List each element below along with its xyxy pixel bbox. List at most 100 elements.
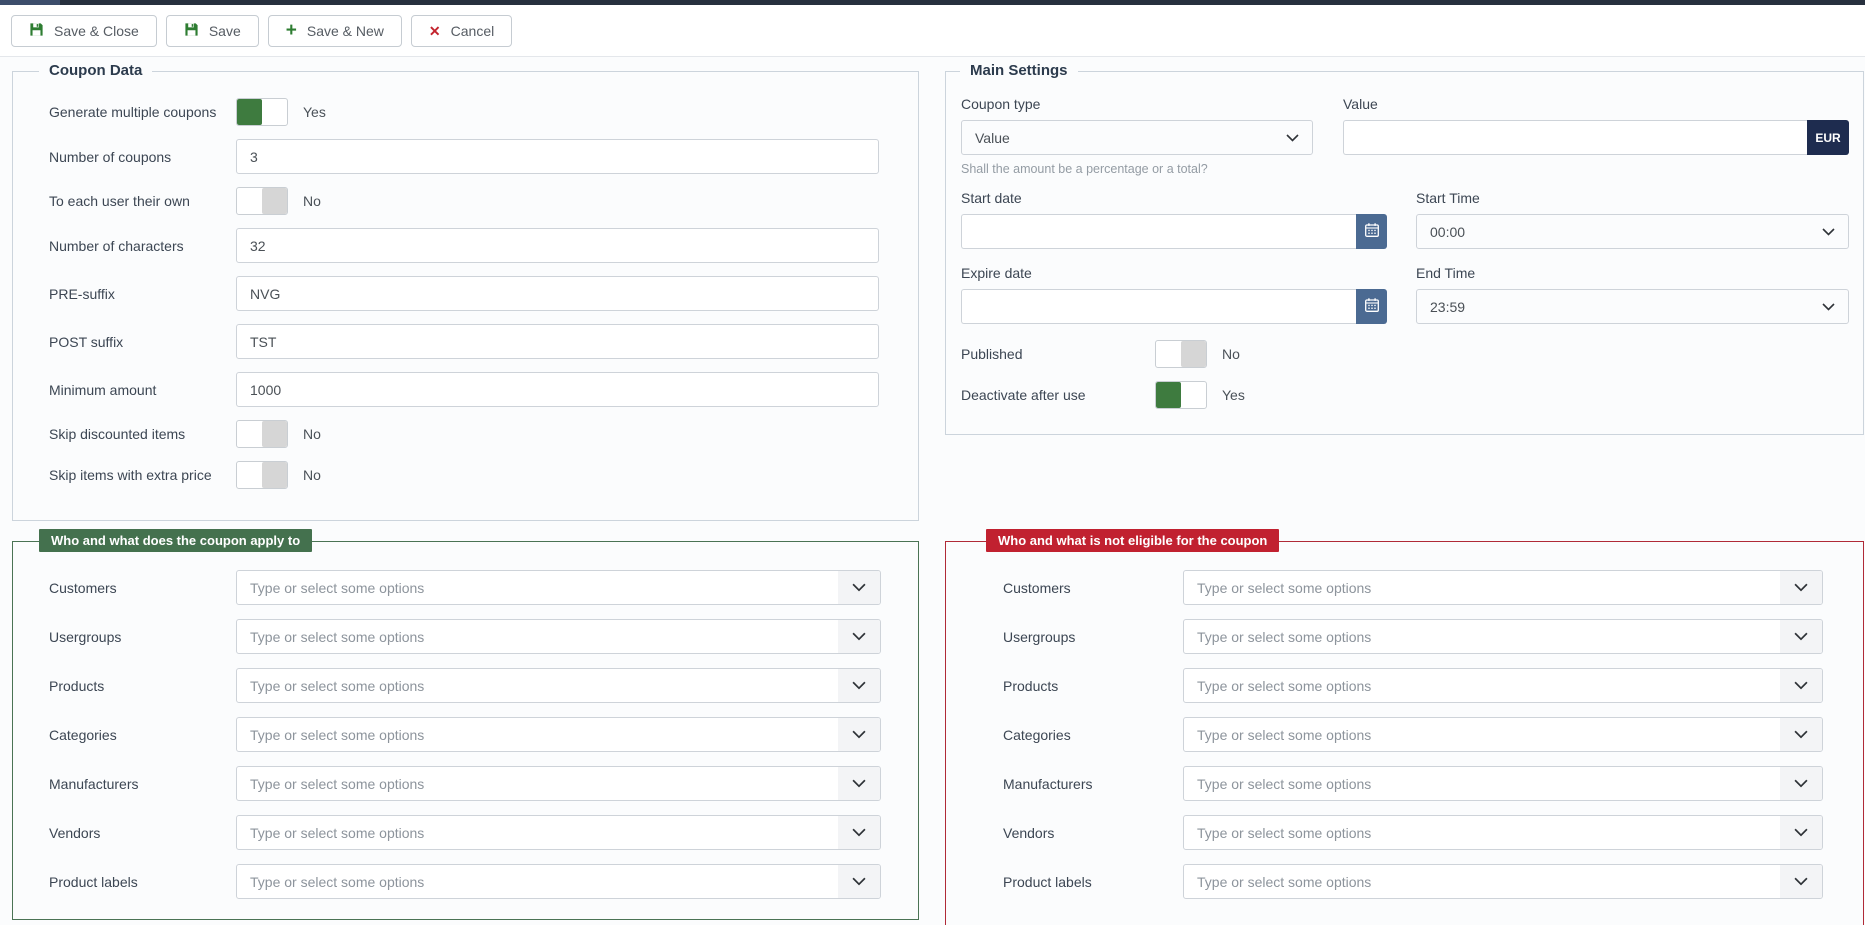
cancel-button[interactable]: ✕ Cancel bbox=[411, 15, 512, 47]
multiselect-placeholder: Type or select some options bbox=[1184, 669, 1780, 702]
number-of-characters-input[interactable] bbox=[236, 228, 879, 263]
field-label: Usergroups bbox=[1003, 629, 1183, 645]
field-label: Number of coupons bbox=[49, 149, 236, 165]
save-label: Save bbox=[209, 23, 241, 39]
exclude-usergroups-multiselect[interactable]: Type or select some options bbox=[1183, 619, 1823, 654]
end-time-select[interactable]: 23:59 bbox=[1416, 289, 1849, 324]
toggle-state-label: No bbox=[303, 426, 321, 442]
save-button[interactable]: Save bbox=[166, 15, 259, 47]
apply-categories-row: Categories Type or select some options bbox=[49, 717, 881, 752]
coupon-exclude-panel: Who and what is not eligible for the cou… bbox=[945, 541, 1864, 925]
post-suffix-input[interactable] bbox=[236, 324, 879, 359]
skip-discounted-toggle[interactable] bbox=[236, 420, 288, 448]
exclude-manufacturers-row: Manufacturers Type or select some option… bbox=[1003, 766, 1823, 801]
end-time-label: End Time bbox=[1416, 265, 1849, 281]
save-new-label: Save & New bbox=[307, 23, 384, 39]
minimum-amount-row: Minimum amount bbox=[49, 372, 879, 407]
exclude-categories-multiselect[interactable]: Type or select some options bbox=[1183, 717, 1823, 752]
start-time-select[interactable]: 00:00 bbox=[1416, 214, 1849, 249]
chevron-down-icon bbox=[838, 767, 880, 800]
multiselect-placeholder: Type or select some options bbox=[237, 718, 838, 751]
coupon-type-hint: Shall the amount be a percentage or a to… bbox=[961, 162, 1313, 176]
save-new-button[interactable]: + Save & New bbox=[268, 15, 402, 47]
chevron-down-icon bbox=[838, 816, 880, 849]
field-label: Customers bbox=[1003, 580, 1183, 596]
chevron-down-icon bbox=[838, 620, 880, 653]
chevron-down-icon bbox=[1780, 669, 1822, 702]
chevron-down-icon bbox=[838, 571, 880, 604]
apply-vendors-row: Vendors Type or select some options bbox=[49, 815, 881, 850]
skip-discounted-row: Skip discounted items No bbox=[49, 420, 879, 448]
exclude-manufacturers-multiselect[interactable]: Type or select some options bbox=[1183, 766, 1823, 801]
toggle-state-label: Yes bbox=[1222, 387, 1245, 403]
coupon-data-legend: Coupon Data bbox=[39, 62, 152, 79]
main-settings-panel: Main Settings Coupon type Value Shall th… bbox=[945, 71, 1864, 435]
field-label: Vendors bbox=[49, 825, 236, 841]
exclude-usergroups-row: Usergroups Type or select some options bbox=[1003, 619, 1823, 654]
multiselect-placeholder: Type or select some options bbox=[237, 767, 838, 800]
chevron-down-icon bbox=[1780, 816, 1822, 849]
close-icon: ✕ bbox=[429, 24, 441, 38]
apply-usergroups-multiselect[interactable]: Type or select some options bbox=[236, 619, 881, 654]
chevron-down-icon bbox=[1780, 767, 1822, 800]
apply-customers-multiselect[interactable]: Type or select some options bbox=[236, 570, 881, 605]
save-icon bbox=[29, 22, 44, 40]
number-of-coupons-input[interactable] bbox=[236, 139, 879, 174]
exclude-product-labels-multiselect[interactable]: Type or select some options bbox=[1183, 864, 1823, 899]
post-suffix-row: POST suffix bbox=[49, 324, 879, 359]
apply-manufacturers-multiselect[interactable]: Type or select some options bbox=[236, 766, 881, 801]
chevron-down-icon bbox=[838, 718, 880, 751]
apply-product-labels-multiselect[interactable]: Type or select some options bbox=[236, 864, 881, 899]
value-input[interactable] bbox=[1343, 120, 1807, 155]
chevron-down-icon bbox=[1822, 228, 1835, 236]
published-toggle[interactable] bbox=[1155, 340, 1207, 368]
multiselect-placeholder: Type or select some options bbox=[1184, 816, 1780, 849]
deactivate-after-use-toggle[interactable] bbox=[1155, 381, 1207, 409]
number-of-coupons-row: Number of coupons bbox=[49, 139, 879, 174]
minimum-amount-input[interactable] bbox=[236, 372, 879, 407]
exclude-customers-multiselect[interactable]: Type or select some options bbox=[1183, 570, 1823, 605]
apply-products-multiselect[interactable]: Type or select some options bbox=[236, 668, 881, 703]
number-of-characters-row: Number of characters bbox=[49, 228, 879, 263]
each-user-toggle[interactable] bbox=[236, 187, 288, 215]
published-row: Published No bbox=[961, 340, 1849, 368]
skip-extra-price-toggle[interactable] bbox=[236, 461, 288, 489]
expire-date-calendar-button[interactable] bbox=[1356, 289, 1387, 324]
save-close-button[interactable]: Save & Close bbox=[11, 15, 157, 47]
coupon-apply-panel: Who and what does the coupon apply to Cu… bbox=[12, 541, 919, 920]
browser-top-strip bbox=[0, 0, 1865, 5]
coupon-type-label: Coupon type bbox=[961, 96, 1313, 112]
exclude-vendors-multiselect[interactable]: Type or select some options bbox=[1183, 815, 1823, 850]
field-label: Generate multiple coupons bbox=[49, 104, 236, 120]
field-label: Categories bbox=[49, 727, 236, 743]
field-label: Customers bbox=[49, 580, 236, 596]
start-date-input[interactable] bbox=[961, 214, 1356, 249]
end-time-value: 23:59 bbox=[1430, 299, 1465, 315]
coupon-type-select[interactable]: Value bbox=[961, 120, 1313, 155]
multiselect-placeholder: Type or select some options bbox=[237, 865, 838, 898]
field-label: Skip discounted items bbox=[49, 426, 236, 442]
multiselect-placeholder: Type or select some options bbox=[1184, 571, 1780, 604]
skip-extra-price-row: Skip items with extra price No bbox=[49, 461, 879, 489]
field-label: Vendors bbox=[1003, 825, 1183, 841]
exclude-products-multiselect[interactable]: Type or select some options bbox=[1183, 668, 1823, 703]
start-date-calendar-button[interactable] bbox=[1356, 214, 1387, 249]
pre-suffix-input[interactable] bbox=[236, 276, 879, 311]
coupon-type-value: Value bbox=[975, 130, 1010, 146]
generate-multiple-toggle[interactable] bbox=[236, 98, 288, 126]
apply-vendors-multiselect[interactable]: Type or select some options bbox=[236, 815, 881, 850]
field-label: Manufacturers bbox=[1003, 776, 1183, 792]
field-label: Minimum amount bbox=[49, 382, 236, 398]
expire-date-input[interactable] bbox=[961, 289, 1356, 324]
field-label: Skip items with extra price bbox=[49, 467, 236, 483]
field-label: Product labels bbox=[1003, 874, 1183, 890]
chevron-down-icon bbox=[1780, 571, 1822, 604]
multiselect-placeholder: Type or select some options bbox=[1184, 718, 1780, 751]
apply-categories-multiselect[interactable]: Type or select some options bbox=[236, 717, 881, 752]
field-label: Number of characters bbox=[49, 238, 236, 254]
field-label: Product labels bbox=[49, 874, 236, 890]
apply-product-labels-row: Product labels Type or select some optio… bbox=[49, 864, 881, 899]
top-strip-segment bbox=[0, 0, 60, 5]
currency-addon: EUR bbox=[1807, 120, 1849, 155]
multiselect-placeholder: Type or select some options bbox=[237, 816, 838, 849]
